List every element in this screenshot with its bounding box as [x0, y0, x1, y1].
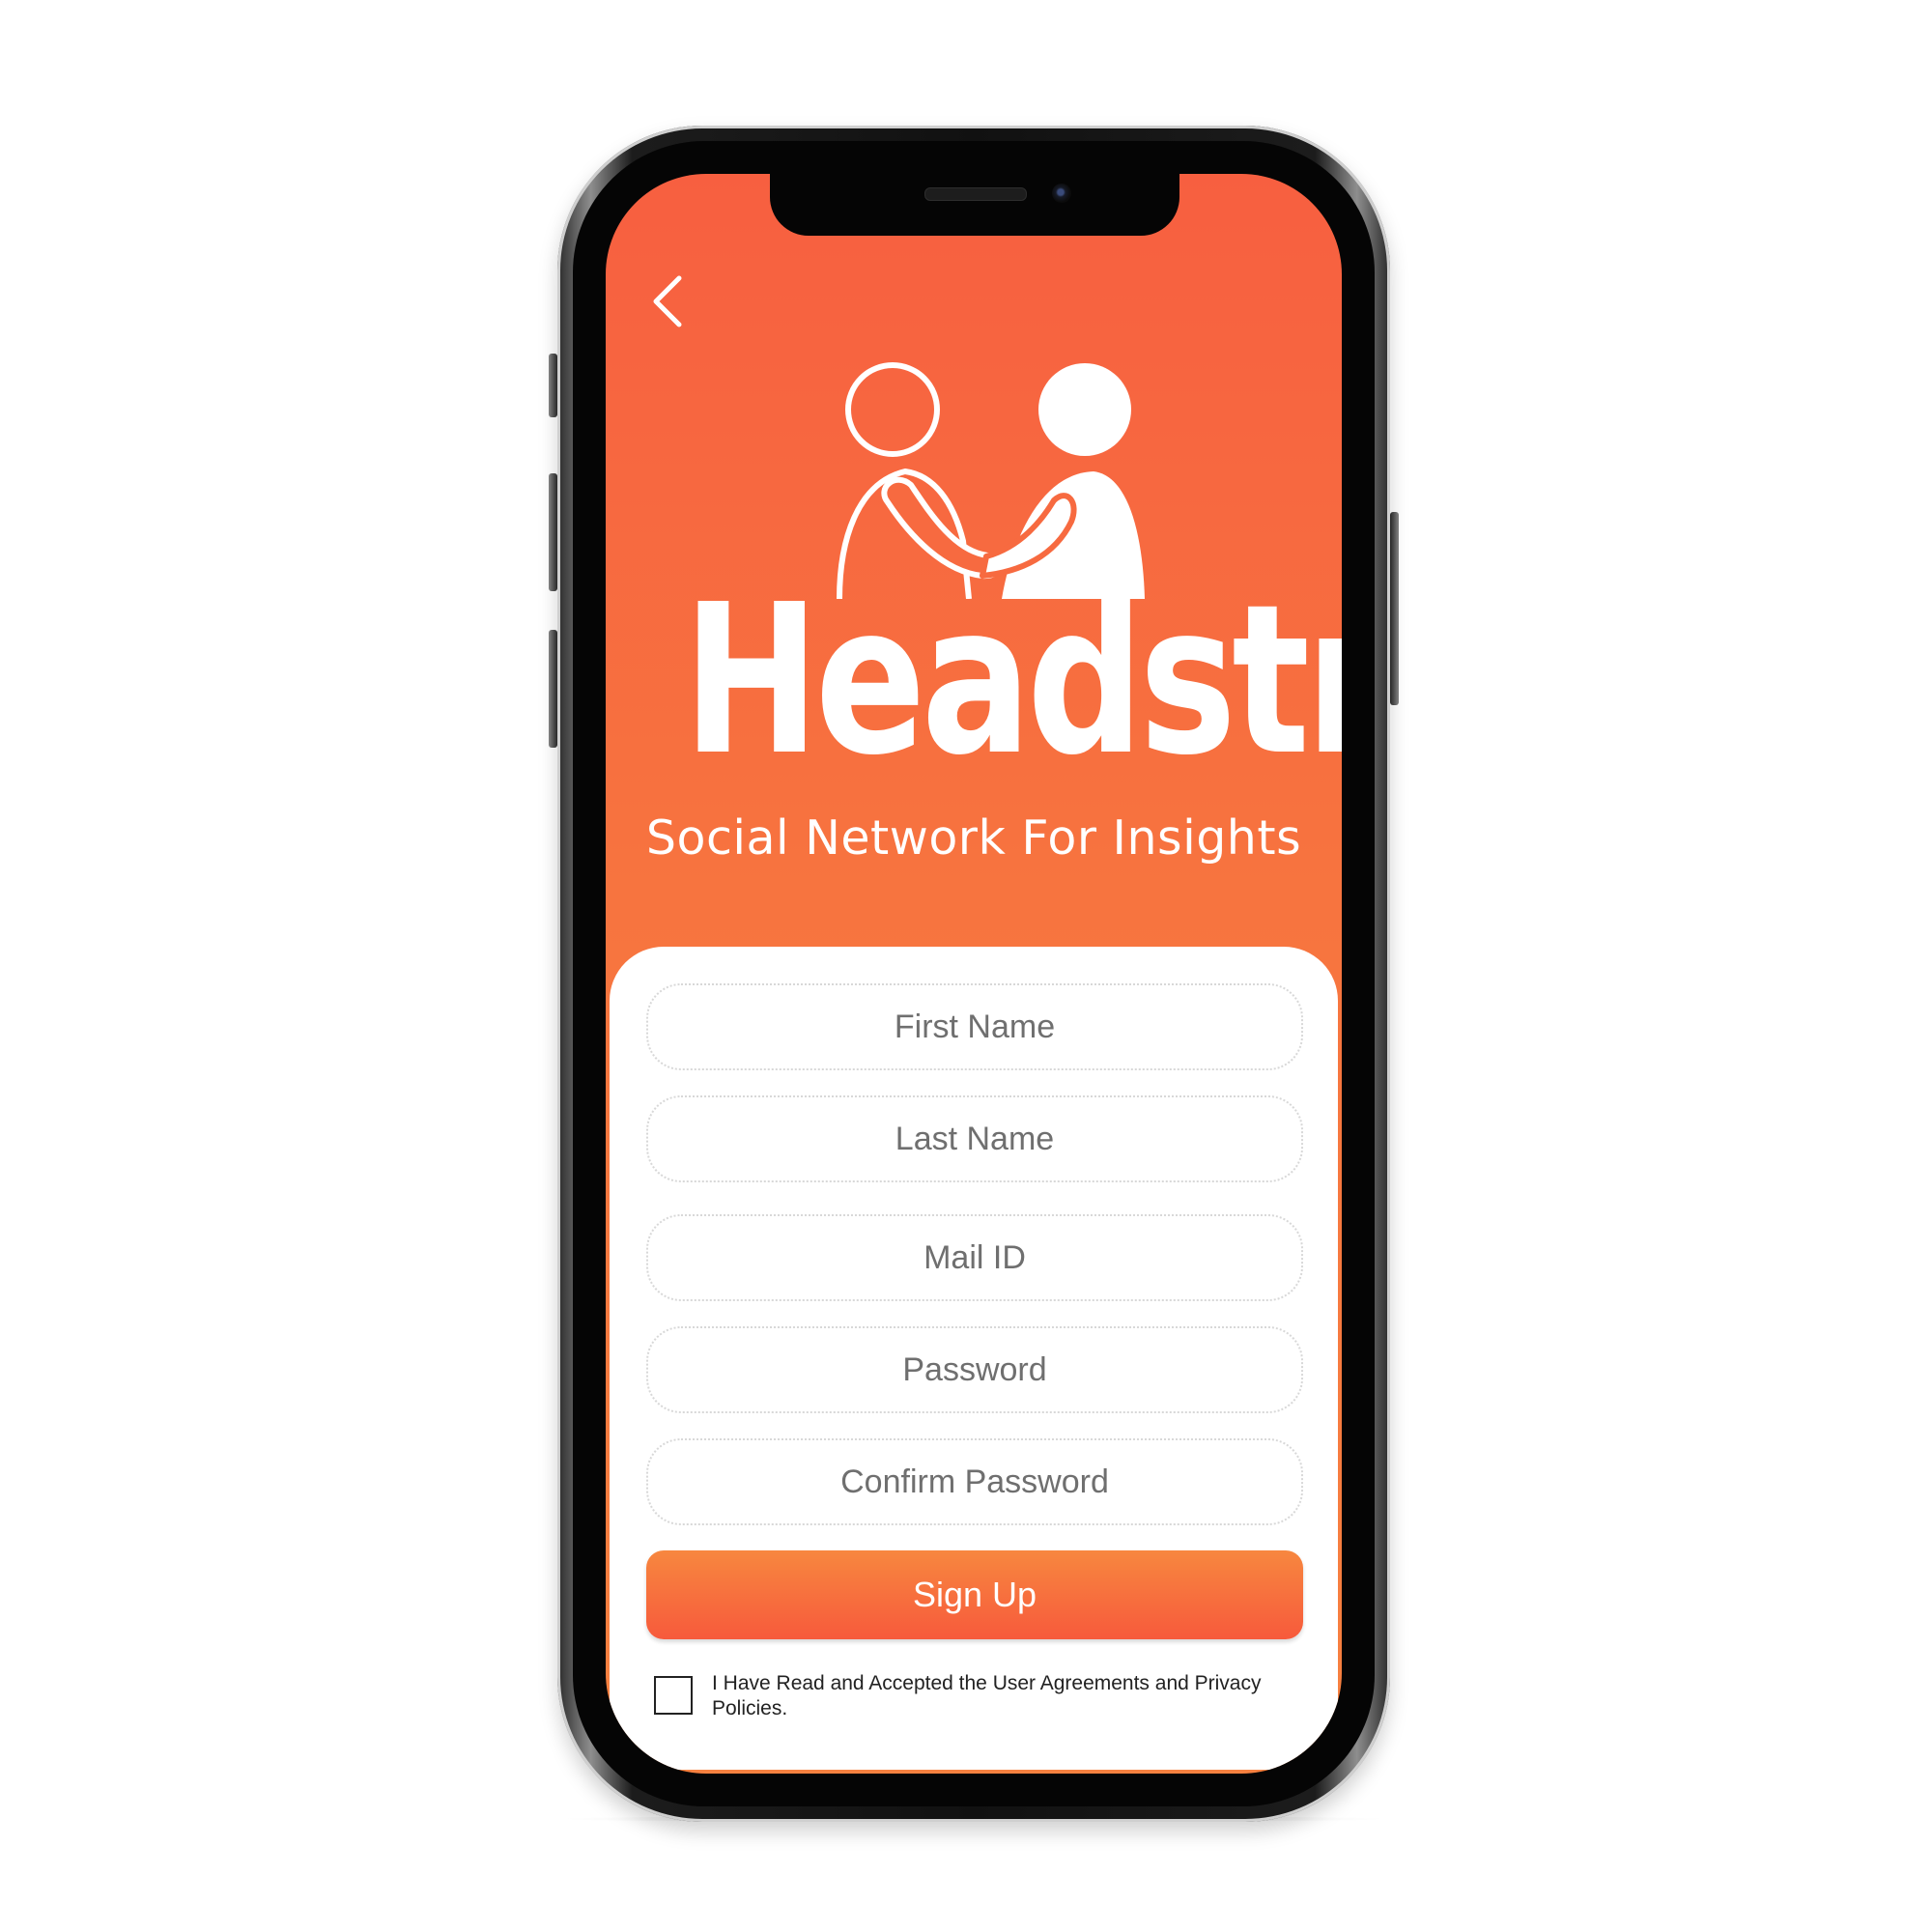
- sign-up-button[interactable]: Sign Up: [646, 1550, 1303, 1639]
- mail-id-input[interactable]: [646, 1214, 1303, 1301]
- agreement-label: I Have Read and Accepted the User Agreem…: [712, 1672, 1262, 1719]
- volume-down-button: [549, 630, 557, 748]
- power-button: [1390, 512, 1399, 705]
- last-name-input[interactable]: [646, 1095, 1303, 1182]
- front-camera: [1052, 184, 1071, 203]
- brand-logo-text: Headstrt: [683, 560, 1342, 801]
- silent-switch: [549, 354, 557, 417]
- signup-screen: Headstrt Social Network For Insights Sig…: [606, 174, 1342, 1774]
- signup-form-card: Sign Up I Have Read and Accepted the Use…: [610, 947, 1338, 1770]
- phone-notch: [770, 174, 1179, 236]
- agreement-checkbox[interactable]: [654, 1676, 693, 1715]
- password-input[interactable]: [646, 1326, 1303, 1413]
- earpiece-speaker: [924, 187, 1027, 201]
- volume-up-button: [549, 473, 557, 591]
- confirm-password-input[interactable]: [646, 1438, 1303, 1525]
- chevron-left-icon: [653, 275, 682, 327]
- brand-tagline: Social Network For Insights: [645, 810, 1302, 866]
- first-name-input[interactable]: [646, 983, 1303, 1070]
- back-button[interactable]: [640, 272, 695, 330]
